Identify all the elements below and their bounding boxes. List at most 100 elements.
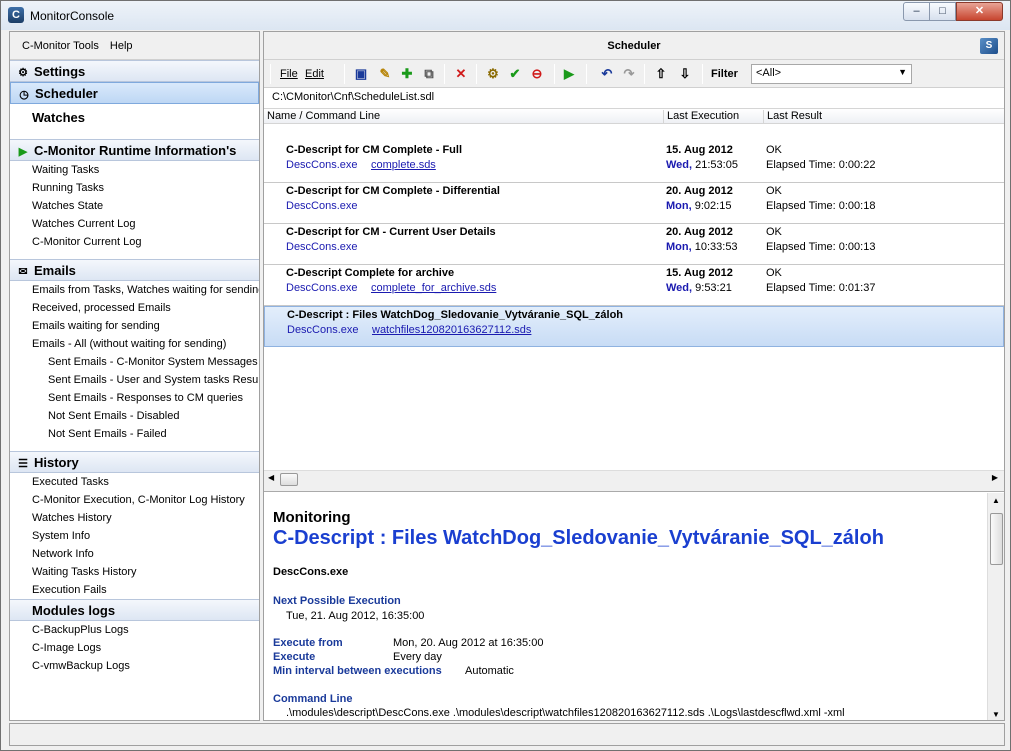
nav-history-item[interactable]: C-Monitor Execution, C-Monitor Log Histo…: [10, 491, 259, 509]
nav-history-header[interactable]: ☰ History: [10, 451, 259, 473]
panel-splitter[interactable]: [264, 487, 1004, 492]
elapsed-time: Elapsed Time: 0:00:22: [766, 159, 876, 171]
scroll-left-icon[interactable]: ◀: [268, 473, 274, 482]
menu-help[interactable]: Help: [110, 40, 133, 52]
wizard-icon[interactable]: ✎: [376, 65, 394, 83]
detail-heading: Monitoring: [273, 509, 351, 526]
nav-modules-header[interactable]: Modules logs: [10, 599, 259, 621]
nav-history-item[interactable]: Execution Fails: [10, 581, 259, 599]
run-icon[interactable]: ▶: [560, 65, 578, 83]
nav-email-sub-item[interactable]: Sent Emails - User and System tasks Resu…: [10, 371, 259, 389]
save-icon[interactable]: ▣: [352, 65, 370, 83]
task-argument-link[interactable]: complete_for_archive.sds: [371, 282, 496, 294]
nav-module-item[interactable]: C-Image Logs: [10, 639, 259, 657]
table-row[interactable]: C-Descript : Files WatchDog_Sledovanie_V…: [264, 306, 1004, 347]
nav-emails-header[interactable]: ✉ Emails: [10, 259, 259, 281]
task-argument-link[interactable]: complete.sds: [371, 159, 436, 171]
task-argument-link[interactable]: watchfiles120820163627112.sds: [372, 324, 531, 336]
edit-menu[interactable]: Edit: [305, 66, 324, 82]
interval-label: Min interval between executions: [273, 665, 442, 677]
move-up-icon[interactable]: ⇧: [652, 65, 670, 83]
nav-runtime-item[interactable]: Waiting Tasks: [10, 161, 259, 179]
nav-runtime-header[interactable]: ▶ C-Monitor Runtime Information's: [10, 139, 259, 161]
table-row[interactable]: C-Descript for CM - Current User Details…: [264, 224, 1004, 265]
detail-executable: DescCons.exe: [273, 566, 349, 578]
envelope-icon: ✉: [18, 266, 28, 278]
menu-cmonitor-tools[interactable]: C-Monitor Tools: [22, 40, 99, 52]
col-last-result[interactable]: Last Result: [764, 110, 1004, 124]
execute-from-label: Execute from: [273, 637, 343, 649]
nav-history-item[interactable]: Network Info: [10, 545, 259, 563]
add-icon[interactable]: ✚: [398, 65, 416, 83]
task-executable: DescCons.exe: [287, 324, 359, 336]
next-execution-label: Next Possible Execution: [273, 595, 401, 607]
scroll-down-icon[interactable]: ▼: [992, 710, 1000, 719]
nav-settings[interactable]: ⚙ Settings: [10, 60, 259, 82]
nav-email-sub-item[interactable]: Sent Emails - C-Monitor System Messages: [10, 353, 259, 371]
nav-history-item[interactable]: Executed Tasks: [10, 473, 259, 491]
table-row[interactable]: C-Descript for CM Complete - Differentia…: [264, 183, 1004, 224]
nav-runtime-item[interactable]: Watches State: [10, 197, 259, 215]
nav-email-item[interactable]: Emails - All (without waiting for sendin…: [10, 335, 259, 353]
last-execution-time: Wed, 21:53:05: [666, 159, 738, 171]
last-execution-date: 20. Aug 2012: [666, 185, 733, 197]
gear-icon: ⚙: [18, 67, 28, 79]
last-execution-date: 15. Aug 2012: [666, 267, 733, 279]
disable-icon[interactable]: ⊖: [528, 65, 546, 83]
execute-label: Execute: [273, 651, 316, 663]
redo-icon[interactable]: ↷: [620, 65, 638, 83]
settings-icon[interactable]: ⚙: [484, 65, 502, 83]
delete-icon[interactable]: ✕: [452, 65, 470, 83]
history-list: Executed Tasks C-Monitor Execution, C-Mon…: [10, 473, 259, 599]
nav-email-item[interactable]: Emails waiting for sending: [10, 317, 259, 335]
undo-icon[interactable]: ↶: [598, 65, 616, 83]
app-icon: C: [8, 7, 24, 23]
file-menu[interactable]: File: [280, 66, 298, 82]
col-name[interactable]: Name / Command Line: [264, 110, 664, 124]
nav-watches[interactable]: Watches: [10, 104, 259, 131]
copy-icon[interactable]: ⧉: [420, 65, 438, 83]
filter-label: Filter: [711, 68, 738, 80]
nav-history-item[interactable]: System Info: [10, 527, 259, 545]
navigation-panel: C-Monitor Tools Help ⚙ Settings ◷ Schedule…: [9, 31, 260, 721]
nav-module-item[interactable]: C-vmwBackup Logs: [10, 657, 259, 675]
scroll-thumb[interactable]: [280, 473, 298, 486]
minimize-button[interactable]: –: [903, 2, 930, 21]
col-last-execution[interactable]: Last Execution: [664, 110, 764, 124]
nav-email-sub-item[interactable]: Not Sent Emails - Failed: [10, 425, 259, 443]
nav-runtime-item[interactable]: Running Tasks: [10, 179, 259, 197]
nav-email-sub-item[interactable]: Sent Emails - Responses to CM queries: [10, 389, 259, 407]
email-list: Emails from Tasks, Watches waiting for s…: [10, 281, 259, 353]
close-button[interactable]: ✕: [956, 2, 1003, 21]
nav-runtime-item[interactable]: C-Monitor Current Log: [10, 233, 259, 251]
task-executable: DescCons.exe: [286, 200, 358, 212]
nav-modules-label: Modules logs: [32, 603, 116, 618]
table-row[interactable]: C-Descript Complete for archive DescCons.…: [264, 265, 1004, 306]
nav-runtime-item[interactable]: Watches Current Log: [10, 215, 259, 233]
filter-select[interactable]: <All> ▼: [751, 64, 912, 84]
scroll-up-icon[interactable]: ▲: [992, 496, 1000, 505]
window-title: MonitorConsole: [30, 9, 115, 23]
last-execution-clock: 9:02:15: [694, 200, 732, 212]
nav-emails-label: Emails: [34, 263, 76, 278]
horizontal-scrollbar[interactable]: ◀ ▶: [264, 470, 1004, 487]
nav-module-item[interactable]: C-BackupPlus Logs: [10, 621, 259, 639]
nav-history-item[interactable]: Waiting Tasks History: [10, 563, 259, 581]
maximize-button[interactable]: □: [929, 2, 956, 21]
scheduler-panel: Scheduler S File Edit ▣ ✎ ✚ ⧉ ✕ ⚙ ✔ ⊖ ▶ ↶…: [263, 31, 1005, 721]
table-row[interactable]: C-Descript for CM Complete - Full DescCon…: [264, 142, 1004, 183]
email-sub-list: Sent Emails - C-Monitor System Messages S…: [10, 353, 259, 443]
nav-email-item[interactable]: Received, processed Emails: [10, 299, 259, 317]
nav-scheduler[interactable]: ◷ Scheduler: [10, 82, 259, 104]
nav-email-item[interactable]: Emails from Tasks, Watches waiting for s…: [10, 281, 259, 299]
vertical-scrollbar[interactable]: ▲ ▼: [987, 493, 1004, 720]
move-down-icon[interactable]: ⇩: [676, 65, 694, 83]
scroll-thumb[interactable]: [990, 513, 1003, 565]
last-result: OK: [766, 226, 782, 238]
last-execution-day: Mon,: [666, 200, 692, 212]
nav-history-item[interactable]: Watches History: [10, 509, 259, 527]
scroll-right-icon[interactable]: ▶: [992, 473, 998, 482]
nav-email-sub-item[interactable]: Not Sent Emails - Disabled: [10, 407, 259, 425]
enable-check-icon[interactable]: ✔: [506, 65, 524, 83]
title-bar[interactable]: C MonitorConsole – □ ✕: [1, 1, 1010, 30]
